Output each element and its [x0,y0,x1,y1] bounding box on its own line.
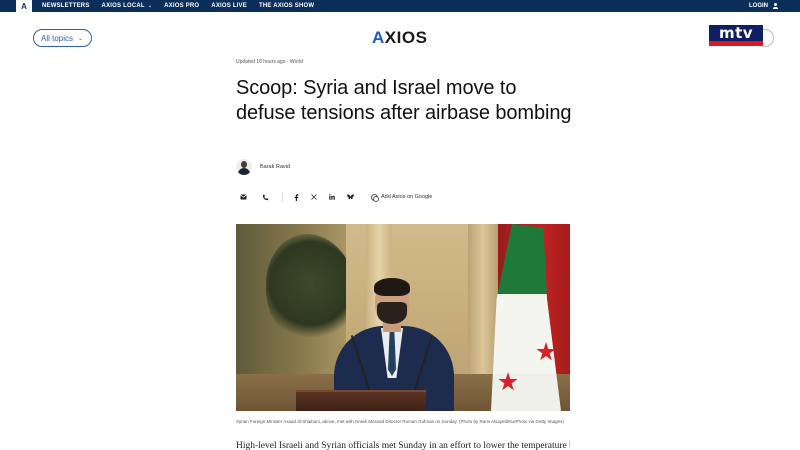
nav-axios-pro[interactable]: AXIOS PRO [164,3,199,9]
podium [296,390,426,411]
share-toolbar: Add Axios on Google [236,190,438,204]
all-topics-button[interactable]: All topics ⌄ [33,29,92,47]
bluesky-icon [346,194,354,200]
article-headline: Scoop: Syria and Israel move to defuse t… [236,77,572,124]
x-share-button[interactable] [307,190,321,204]
phone-share-button[interactable] [258,190,272,204]
add-axios-on-google-button[interactable]: Add Axios on Google [365,190,438,204]
x-icon [311,194,317,200]
chevron-down-icon: ⌄ [78,35,84,42]
top-nav-links: NEWSLETTERS AXIOS LOCAL ⌄ AXIOS PRO AXIOS… [42,0,326,12]
article-updated-info: Updated 18 hours ago - World [236,59,303,65]
nav-label: THE AXIOS SHOW [258,3,315,9]
chevron-down-icon: ⌄ [147,3,153,9]
author-byline[interactable]: Barak Ravid [236,159,290,175]
email-icon [239,194,247,200]
share-divider [282,192,283,202]
mtv-logo-stripe [709,41,763,46]
google-search-icon [371,193,379,202]
linkedin-share-button[interactable] [325,190,339,204]
login-label: LOGIN [749,3,768,9]
person-beard [377,302,407,324]
axios-logo-text: XIOS [384,28,428,47]
mtv-logo-text: mtv [709,25,763,41]
nav-label: AXIOS PRO [164,3,200,9]
bluesky-share-button[interactable] [343,190,357,204]
add-google-label: Add Axios on Google [381,194,433,200]
nav-label: NEWSLETTERS [42,3,90,9]
photo-caption: Syrian Foreign Minister Asaad al-Shaiban… [236,419,564,424]
linkedin-icon [329,194,335,200]
nav-axios-live[interactable]: AXIOS LIVE [211,3,247,9]
nav-newsletters[interactable]: NEWSLETTERS [42,3,90,9]
person-hair [374,278,410,296]
axios-logo[interactable]: A XIOS [372,28,434,47]
all-topics-label: All topics [41,33,74,43]
article-body-first-paragraph: High-level Israeli and Syrian officials … [236,441,570,450]
top-nav-bar: A NEWSLETTERS AXIOS LOCAL ⌄ AXIOS PRO AXI… [0,0,800,12]
nav-axios-show[interactable]: THE AXIOS SHOW [259,3,314,9]
mtv-watermark-logo: mtv [709,25,763,47]
phone-icon [262,194,268,200]
login-link[interactable]: LOGIN [749,0,778,12]
user-icon [772,3,778,9]
email-share-button[interactable] [236,190,250,204]
nav-axios-local[interactable]: AXIOS LOCAL ⌄ [102,3,153,9]
nav-label: AXIOS LOCAL [101,3,145,9]
facebook-icon [294,193,298,201]
axios-logo-mark: A [372,28,385,47]
nav-label: AXIOS LIVE [211,3,247,9]
author-avatar [236,159,252,175]
axios-home-logo[interactable]: A [16,0,32,12]
facebook-share-button[interactable] [289,190,303,204]
article-hero-photo [236,224,570,411]
author-name: Barak Ravid [260,164,290,170]
